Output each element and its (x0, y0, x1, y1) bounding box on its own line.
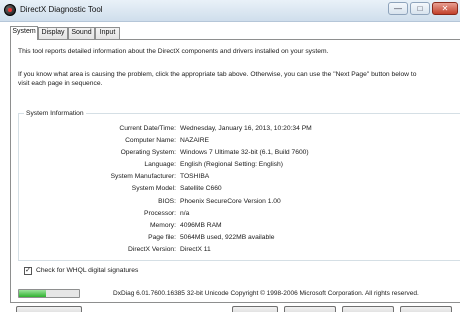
window-title: DirectX Diagnostic Tool (20, 5, 103, 14)
help-button[interactable] (16, 306, 82, 312)
info-label: Current Date/Time: (119, 125, 176, 132)
tab-display[interactable]: Display (38, 27, 68, 39)
directx-app-icon (4, 4, 16, 16)
info-row-operating-system: Operating System: Windows 7 Ultimate 32-… (0, 149, 460, 159)
info-value: n/a (180, 210, 190, 217)
help-text-line-1: If you know what area is causing the pro… (18, 71, 417, 78)
info-label: Processor: (144, 210, 176, 217)
info-row-bios: BIOS: Phoenix SecureCore Version 1.00 (0, 198, 460, 208)
save-all-information-button[interactable] (342, 306, 394, 312)
next-page-button[interactable] (284, 306, 336, 312)
info-row-language: Language: English (Regional Setting: Eng… (0, 161, 460, 171)
info-row-system-manufacturer: System Manufacturer: TOSHIBA (0, 173, 460, 183)
previous-page-button[interactable] (232, 306, 278, 312)
whql-checkbox[interactable]: ✓ (24, 267, 32, 275)
progress-bar-fill (19, 290, 46, 297)
info-row-system-model: System Model: Satellite C660 (0, 185, 460, 195)
info-label: System Manufacturer: (110, 173, 176, 180)
info-row-directx-version: DirectX Version: DirectX 11 (0, 246, 460, 256)
maximize-button[interactable]: □ (410, 2, 430, 15)
title-bar[interactable]: DirectX Diagnostic Tool — □ ✕ (0, 0, 460, 22)
info-row-page-file: Page file: 5064MB used, 922MB available (0, 234, 460, 244)
minimize-button[interactable]: — (388, 2, 408, 15)
info-row-memory: Memory: 4096MB RAM (0, 222, 460, 232)
tab-input[interactable]: Input (95, 27, 120, 39)
info-row-processor: Processor: n/a (0, 210, 460, 220)
intro-text: This tool reports detailed information a… (18, 48, 329, 55)
system-information-title: System Information (24, 110, 86, 117)
info-label: DirectX Version: (128, 246, 176, 253)
info-value: Wednesday, January 16, 2013, 10:20:34 PM (180, 125, 312, 132)
info-value: Phoenix SecureCore Version 1.00 (180, 198, 281, 205)
help-text-line-2: visit each page in sequence. (18, 80, 103, 87)
info-value: DirectX 11 (180, 246, 211, 253)
info-value: 4096MB RAM (180, 222, 222, 229)
tab-system[interactable]: System (10, 26, 38, 40)
info-label: Computer Name: (125, 137, 176, 144)
info-value: Windows 7 Ultimate 32-bit (6.1, Build 76… (180, 149, 309, 156)
info-label: System Model: (131, 185, 176, 192)
info-label: Memory: (149, 222, 176, 229)
close-button[interactable]: ✕ (432, 2, 458, 15)
info-value: 5064MB used, 922MB available (180, 234, 275, 241)
info-label: Language: (144, 161, 176, 168)
tab-sound[interactable]: Sound (68, 27, 95, 39)
info-label: Operating System: (120, 149, 176, 156)
info-label: Page file: (148, 234, 176, 241)
info-value: Satellite C660 (180, 185, 222, 192)
info-value: English (Regional Setting: English) (180, 161, 283, 168)
copyright-text: DxDiag 6.01.7600.16385 32-bit Unicode Co… (113, 290, 419, 297)
exit-button[interactable] (400, 306, 452, 312)
info-row-date-time: Current Date/Time: Wednesday, January 16… (0, 125, 460, 135)
info-label: BIOS: (158, 198, 176, 205)
info-value: NAZAIRE (180, 137, 209, 144)
info-row-computer-name: Computer Name: NAZAIRE (0, 137, 460, 147)
progress-bar (18, 289, 80, 298)
whql-checkbox-label[interactable]: Check for WHQL digital signatures (36, 267, 138, 274)
info-value: TOSHIBA (180, 173, 210, 180)
